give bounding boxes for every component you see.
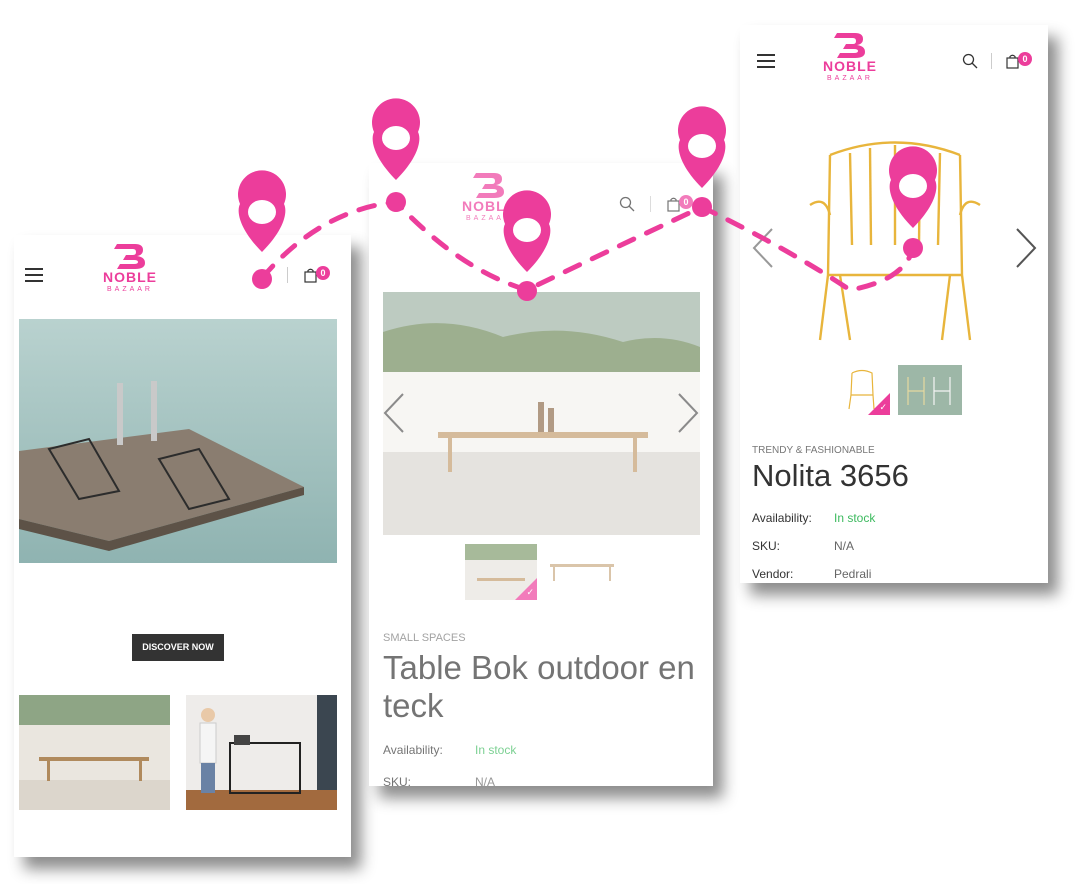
- brand-logo[interactable]: NOBLE BAZAAR: [459, 171, 519, 223]
- logo-mark-icon: [834, 33, 865, 58]
- cart-button[interactable]: 0: [1006, 52, 1032, 74]
- availability-row: Availability: In stock: [752, 511, 1042, 527]
- brand-name: NOBLE: [103, 269, 157, 285]
- brand-name: NOBLE: [823, 58, 877, 74]
- tile-man-shelf-image: [186, 695, 337, 810]
- previous-image-arrow-icon[interactable]: [750, 227, 776, 269]
- home-screen: NOBLE BAZAAR 0 DISCOVER NOW: [14, 235, 351, 857]
- search-icon[interactable]: [962, 53, 978, 69]
- search-icon[interactable]: [619, 196, 635, 212]
- logo-mark-icon: [473, 173, 504, 198]
- brand-name: NOBLE: [462, 198, 516, 214]
- product-header: NOBLE BAZAAR 0: [369, 163, 713, 243]
- product-screen-chair: NOBLE BAZAAR 0 ✓ TRENDY & FASHIONABLE No…: [740, 25, 1048, 583]
- hero-lake-chairs-image: [19, 319, 337, 563]
- shopping-bag-icon: [304, 268, 317, 283]
- shopping-bag-icon: [667, 197, 680, 212]
- header-divider: [287, 267, 288, 283]
- cart-count-badge: 0: [316, 266, 330, 280]
- product-screen-table: NOBLE BAZAAR 0 ✓ SMALL SPACES Table Bok …: [369, 163, 713, 786]
- brand-sub: BAZAAR: [826, 75, 873, 82]
- cart-button[interactable]: 0: [304, 266, 330, 288]
- sku-value: N/A: [475, 775, 496, 786]
- discover-now-button[interactable]: DISCOVER NOW: [132, 634, 224, 661]
- vendor-row: Vendor: Pedrali: [752, 567, 1042, 583]
- checkmark-icon: ✓: [526, 587, 534, 597]
- cart-count-badge: 0: [679, 195, 693, 209]
- header-divider: [650, 196, 651, 212]
- thumbnail-1-selected[interactable]: ✓: [465, 544, 537, 600]
- brand-logo[interactable]: NOBLE BAZAAR: [820, 31, 880, 83]
- thumbnail-2[interactable]: [546, 544, 618, 600]
- product-header: NOBLE BAZAAR 0: [740, 25, 1048, 105]
- product-title: Table Bok outdoor en teck: [383, 649, 695, 724]
- teak-dining-table-image: [383, 292, 700, 535]
- availability-value: In stock: [475, 743, 517, 757]
- availability-row: Availability: In stock: [383, 743, 693, 759]
- sku-label: SKU:: [752, 539, 781, 553]
- header-divider: [991, 53, 992, 69]
- next-image-arrow-icon[interactable]: [675, 392, 701, 434]
- home-header: NOBLE BAZAAR 0: [14, 235, 351, 315]
- shopping-bag-icon: [1006, 54, 1019, 69]
- product-vendor-label[interactable]: SMALL SPACES: [383, 632, 466, 644]
- collection-tile-small-spaces[interactable]: [186, 695, 337, 810]
- sku-value: N/A: [834, 539, 855, 553]
- vendor-row-label: Vendor:: [752, 567, 794, 581]
- yellow-wire-chair-image: [770, 125, 1020, 355]
- vendor-row-value[interactable]: Pedrali: [834, 567, 871, 581]
- cart-count-badge: 0: [1018, 52, 1032, 66]
- menu-icon[interactable]: [757, 54, 775, 68]
- availability-value: In stock: [834, 511, 876, 525]
- availability-label: Availability:: [752, 511, 812, 525]
- section-heading-cutoff: ··· · ··· ·· ·: [54, 855, 166, 857]
- menu-icon[interactable]: [25, 268, 43, 282]
- tile-dining-table-image: [19, 695, 170, 810]
- thumbnail-2[interactable]: [898, 365, 962, 415]
- availability-label: Availability:: [383, 743, 443, 757]
- product-title: Nolita 3656: [752, 458, 909, 493]
- brand-sub: BAZAAR: [106, 286, 153, 293]
- brand-logo[interactable]: NOBLE BAZAAR: [100, 242, 160, 294]
- checkmark-icon: ✓: [879, 402, 887, 412]
- thumbnail-chairs-scene-image: [898, 365, 962, 415]
- brand-sub: BAZAAR: [465, 215, 512, 222]
- previous-image-arrow-icon[interactable]: [381, 392, 407, 434]
- thumbnail-1-selected[interactable]: ✓: [834, 365, 890, 415]
- thumbnail-table-cutout-image: [546, 544, 618, 600]
- logo-mark-icon: [114, 244, 145, 269]
- product-vendor-label[interactable]: TRENDY & FASHIONABLE: [752, 445, 875, 456]
- hero-image[interactable]: [19, 319, 337, 563]
- cart-button[interactable]: 0: [667, 195, 693, 217]
- product-main-image[interactable]: [770, 125, 1020, 355]
- sku-label: SKU:: [383, 775, 412, 786]
- sku-row: SKU: N/A: [383, 775, 693, 786]
- next-image-arrow-icon[interactable]: [1013, 227, 1039, 269]
- product-main-image[interactable]: [383, 292, 700, 535]
- collection-tile-tables[interactable]: [19, 695, 170, 810]
- sku-row: SKU: N/A: [752, 539, 1042, 555]
